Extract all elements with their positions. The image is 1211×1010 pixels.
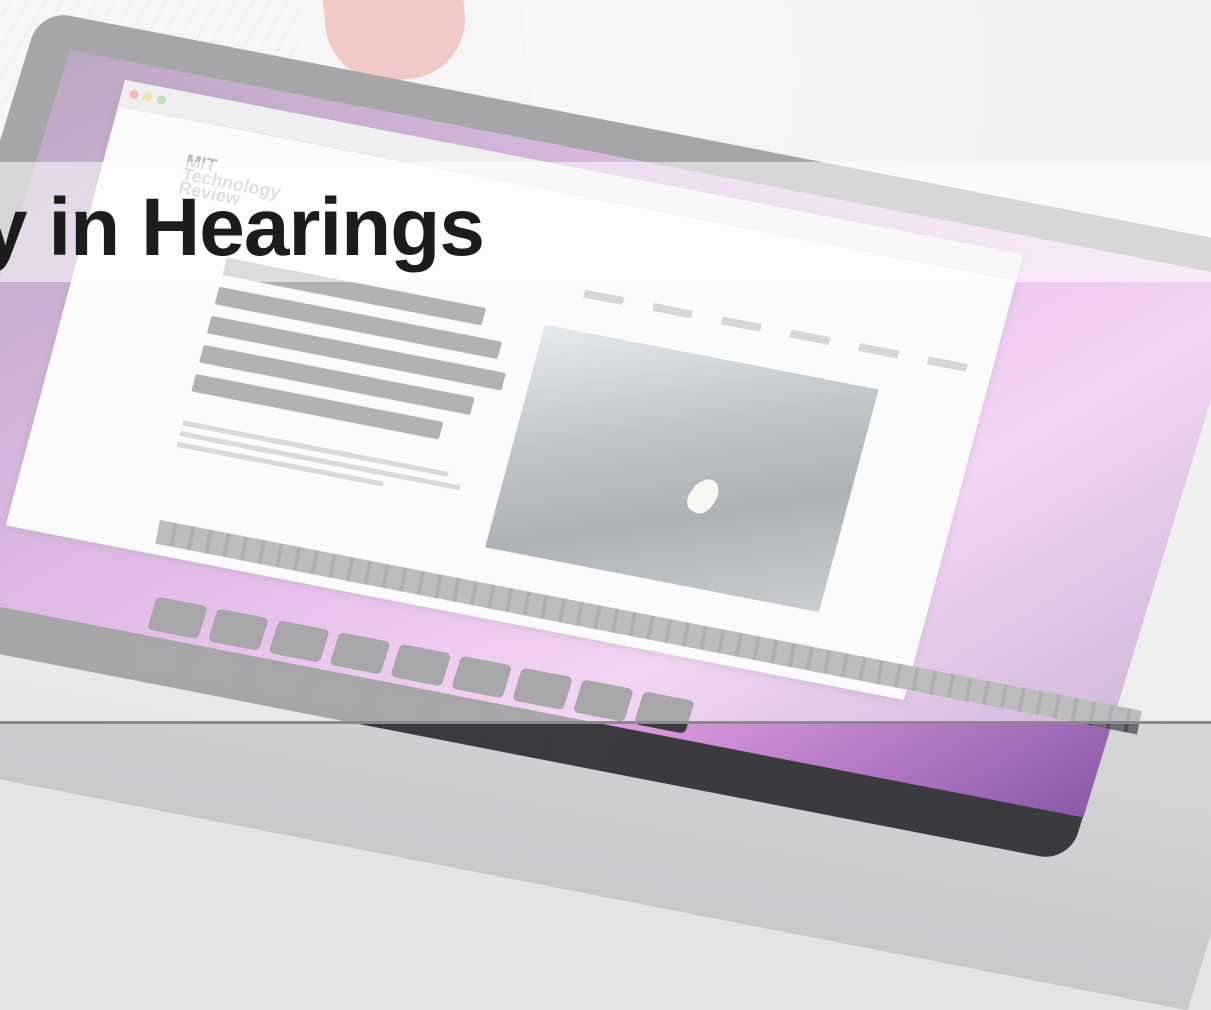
page-title: y in Hearings [0, 182, 485, 273]
white-veil [0, 0, 1211, 724]
